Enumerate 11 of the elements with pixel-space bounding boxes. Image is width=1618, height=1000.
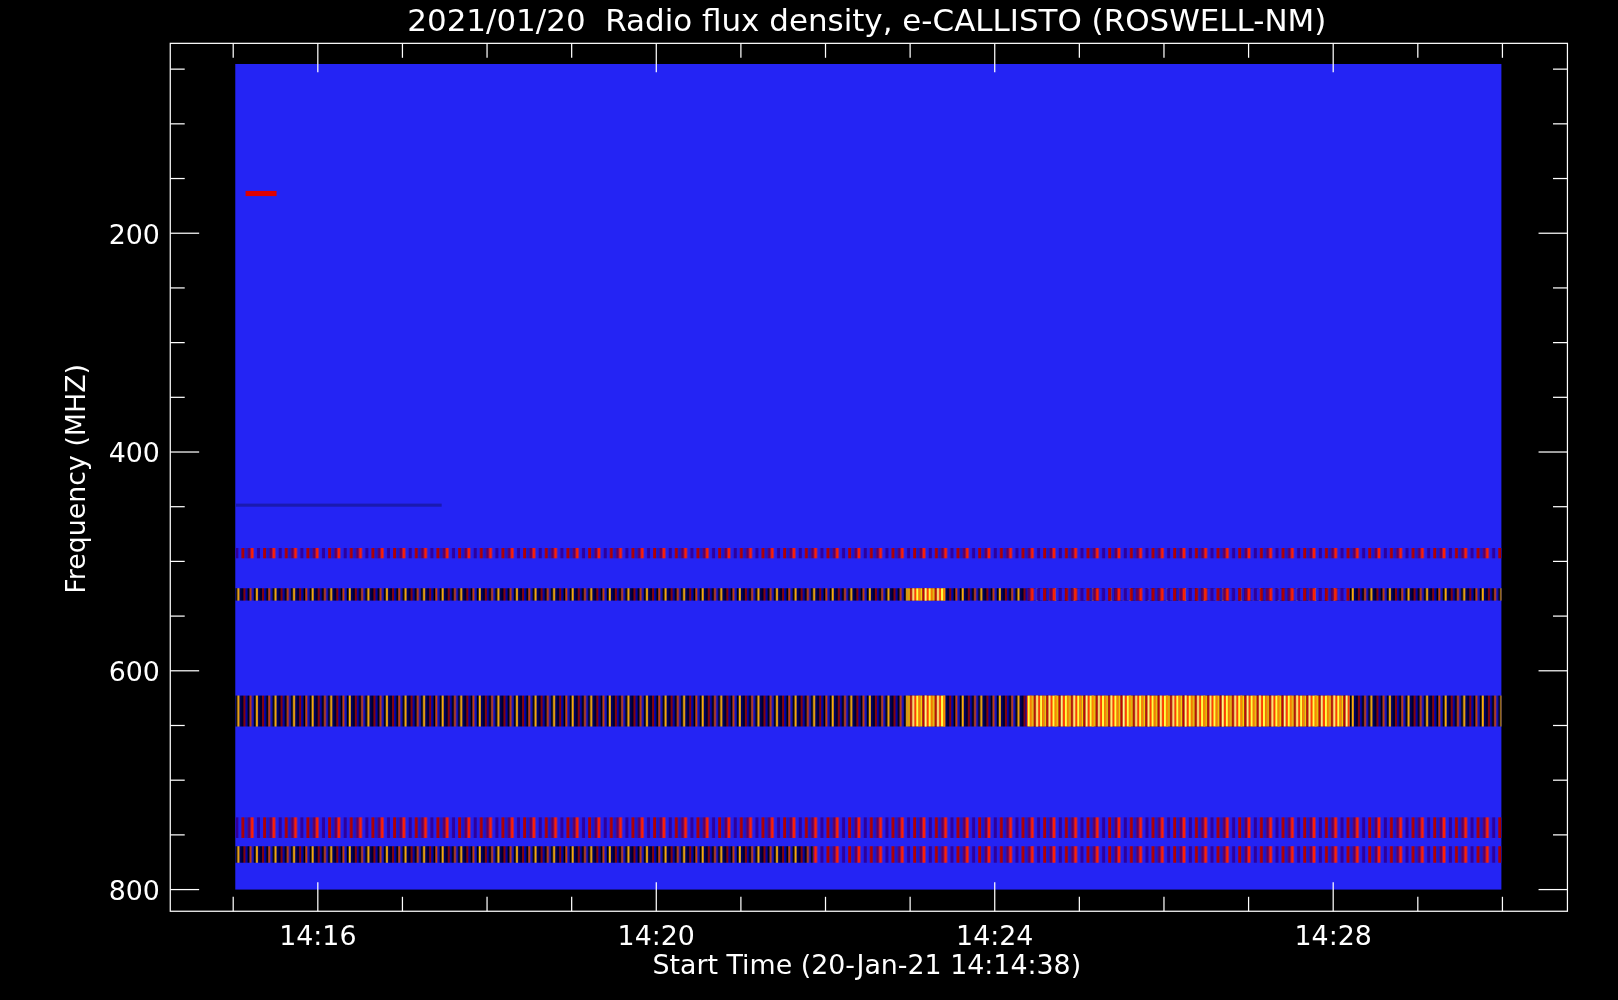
axis-title: Start Time (20-Jan-21 14:14:38) [652,949,1082,981]
tick-label: 800 [108,874,160,906]
tick-label: 400 [108,437,160,469]
tick-label: 200 [108,218,160,250]
tick-label: 14:24 [956,920,1034,952]
tick-label: 14:28 [1294,920,1372,952]
tick-label: 14:16 [279,920,357,952]
chart-title: 2021/01/20 Radio flux density, e-CALLISTO (ROSWELL-NM) [407,1,1327,38]
tick-label: 600 [108,656,160,688]
tick-label: 14:20 [617,920,695,952]
axis-title: Frequency (MHZ) [59,363,91,594]
